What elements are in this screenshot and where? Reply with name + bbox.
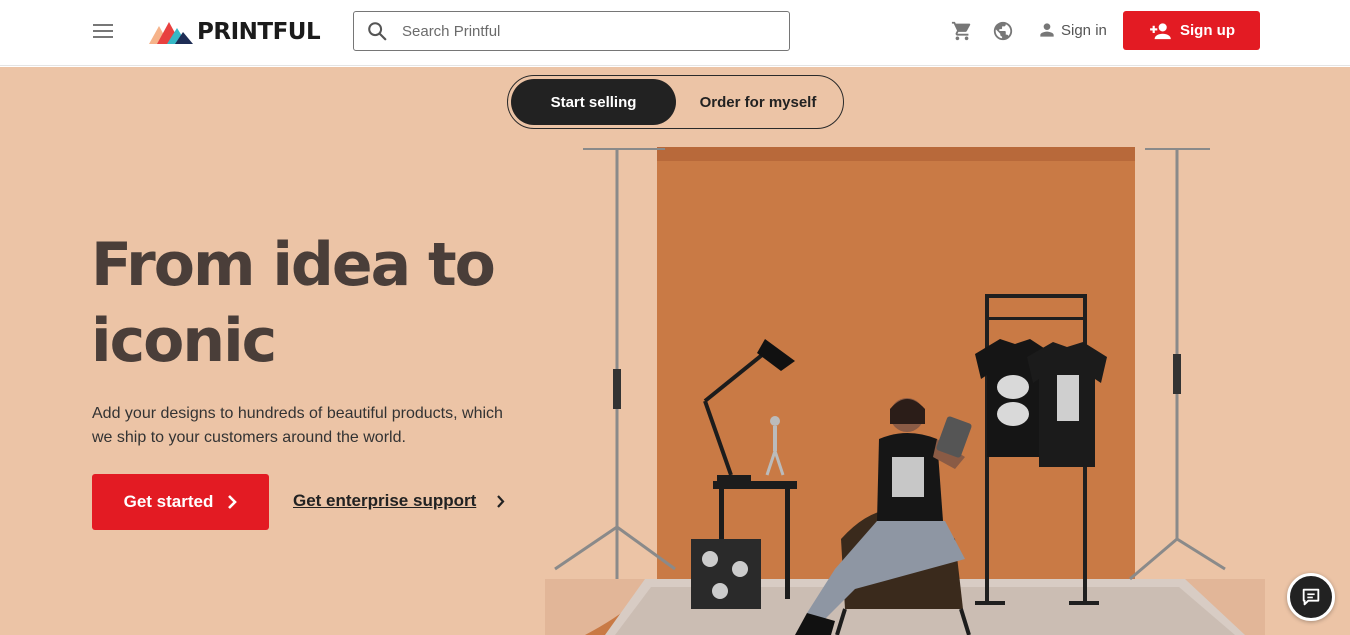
enterprise-support-link[interactable]: Get enterprise support (293, 491, 505, 511)
hero-subtext: Add your designs to hundreds of beautifu… (92, 405, 503, 446)
enterprise-support-label: Get enterprise support (293, 491, 477, 510)
printful-logo[interactable]: PRINTFUL (149, 18, 321, 46)
hero-headline: From idea to iconic (91, 230, 496, 376)
hero-studio-illustration (545, 147, 1265, 635)
sign-in-link[interactable]: Sign in (1037, 20, 1107, 40)
printful-logo-mark-icon (149, 22, 193, 44)
top-navigation-bar: PRINTFUL Sign in Sign up (0, 0, 1350, 66)
sign-in-label: Sign in (1061, 21, 1107, 39)
search-icon (368, 22, 387, 41)
globe-icon[interactable] (992, 20, 1014, 42)
chevron-right-icon (497, 494, 505, 508)
chat-widget-button[interactable] (1287, 573, 1335, 621)
chevron-right-icon (228, 495, 238, 509)
logo-wordmark: PRINTFUL (197, 19, 321, 45)
search-bar[interactable] (353, 11, 790, 51)
chat-icon (1302, 588, 1320, 606)
user-icon (1040, 23, 1054, 37)
sign-up-label: Sign up (1180, 22, 1235, 39)
add-user-icon (1150, 22, 1171, 39)
audience-toggle: Start selling Order for myself (507, 75, 844, 129)
get-started-button[interactable]: Get started (92, 474, 269, 530)
hamburger-menu-icon[interactable] (93, 24, 113, 40)
hero-section: Start selling Order for myself From idea… (0, 67, 1350, 635)
tab-order-for-myself[interactable]: Order for myself (676, 79, 840, 125)
sign-up-button[interactable]: Sign up (1123, 11, 1260, 50)
tab-start-selling[interactable]: Start selling (511, 79, 676, 125)
get-started-label: Get started (123, 492, 214, 511)
search-input[interactable] (402, 22, 762, 40)
cart-icon[interactable] (951, 20, 973, 42)
